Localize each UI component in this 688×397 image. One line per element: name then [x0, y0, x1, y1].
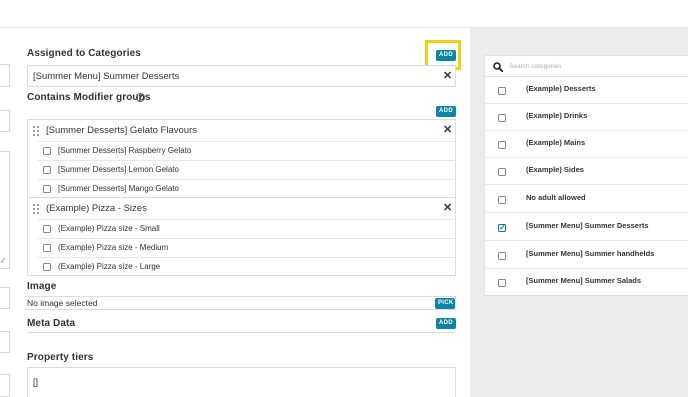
category-picker: (Example) Desserts (Example) Drinks (Exa…: [484, 55, 688, 296]
category-row[interactable]: No adult allowed: [485, 185, 688, 213]
modifier-group-1[interactable]: [Summer Desserts] Gelato Flavours ✕ [Sum…: [27, 119, 456, 198]
item-form: Assigned to Categories ADD [Summer Menu]…: [25, 28, 461, 397]
image-label: Image: [27, 281, 57, 292]
category-label: [Summer Menu] Summer Desserts: [526, 220, 649, 230]
modifier-checkbox[interactable]: [43, 147, 51, 155]
category-row[interactable]: (Example) Mains: [485, 130, 688, 158]
category-row[interactable]: (Example) Desserts: [485, 76, 688, 104]
left-field-stub-2[interactable]: [0, 110, 10, 132]
category-row[interactable]: [Summer Menu] Summer Salads: [485, 268, 688, 296]
modifier-row[interactable]: [Summer Desserts] Mango Gelato: [38, 179, 456, 198]
left-field-stub-1[interactable]: [0, 64, 10, 87]
category-label: (Example) Desserts: [526, 83, 596, 93]
modifier-label: (Example) Pizza size - Large: [58, 262, 161, 271]
category-search-bar: [485, 56, 688, 77]
image-field[interactable]: No image selected: [25, 296, 456, 310]
modifier-label: [Summer Desserts] Lemon Gelato: [58, 165, 179, 174]
image-value: No image selected: [27, 298, 98, 308]
left-field-stub-5[interactable]: [0, 374, 10, 397]
category-checkbox[interactable]: [498, 279, 506, 287]
category-checkbox[interactable]: [498, 141, 506, 149]
top-bar: [0, 0, 688, 28]
left-field-stub-4[interactable]: [0, 331, 10, 353]
drag-handle-icon[interactable]: [33, 204, 39, 214]
category-label: (Example) Drinks: [526, 110, 588, 120]
modifier-row[interactable]: (Example) Pizza size - Large: [38, 257, 456, 276]
category-row[interactable]: [Summer Menu] Summer Desserts: [485, 213, 688, 241]
category-row[interactable]: (Example) Sides: [485, 157, 688, 185]
left-field-stub-3[interactable]: [0, 287, 10, 309]
modifier-checkbox[interactable]: [43, 263, 51, 271]
drag-handle-icon[interactable]: [33, 126, 39, 136]
category-search-input[interactable]: [509, 59, 679, 74]
modifier-row[interactable]: (Example) Pizza size - Small: [38, 219, 456, 238]
pick-image-button[interactable]: PICK: [435, 298, 455, 309]
modifier-label: [Summer Desserts] Raspberry Gelato: [58, 146, 192, 155]
category-label: [Summer Menu] Summer handhelds: [526, 248, 655, 258]
meta-data-label: Meta Data: [27, 318, 76, 329]
category-checkbox[interactable]: [498, 168, 506, 176]
modifier-group-title: [Summer Desserts] Gelato Flavours: [46, 125, 197, 136]
category-checkbox[interactable]: [498, 114, 506, 122]
property-tiers-field[interactable]: []: [27, 367, 456, 397]
assigned-category-field[interactable]: [Summer Menu] Summer Desserts ✕: [27, 65, 456, 87]
search-icon: [493, 62, 503, 72]
modifier-checkbox[interactable]: [43, 185, 51, 193]
property-tiers-label: Property tiers: [27, 352, 94, 363]
assigned-categories-label: Assigned to Categories: [27, 48, 141, 59]
meta-data-divider: [27, 332, 456, 333]
modifier-label: (Example) Pizza size - Medium: [58, 243, 169, 252]
resize-handle-icon[interactable]: ∕∕: [2, 258, 4, 265]
assigned-category-value: [Summer Menu] Summer Desserts: [33, 71, 180, 82]
left-textarea-stub[interactable]: [0, 151, 10, 269]
category-checkbox-checked[interactable]: [498, 223, 506, 232]
add-category-button[interactable]: ADD: [436, 50, 456, 61]
modifier-label: (Example) Pizza size - Small: [58, 224, 160, 233]
category-label: [Summer Menu] Summer Salads: [526, 276, 642, 285]
remove-group-icon[interactable]: ✕: [443, 203, 452, 214]
category-label: (Example) Sides: [526, 164, 584, 174]
modifier-group-2[interactable]: (Example) Pizza - Sizes ✕ (Example) Pizz…: [27, 198, 456, 276]
remove-category-icon[interactable]: ✕: [443, 71, 452, 82]
category-checkbox[interactable]: [498, 252, 506, 260]
category-label: (Example) Mains: [526, 137, 586, 147]
modifier-row[interactable]: [Summer Desserts] Lemon Gelato: [38, 160, 456, 179]
remove-group-icon[interactable]: ✕: [443, 125, 452, 136]
modifier-checkbox[interactable]: [43, 244, 51, 252]
add-meta-data-button[interactable]: ADD: [436, 318, 456, 329]
modifier-row[interactable]: [Summer Desserts] Raspberry Gelato: [38, 141, 456, 160]
modifier-groups-label: Contains Modifier groups: [27, 92, 151, 103]
category-checkbox[interactable]: [498, 87, 506, 95]
modifier-label: [Summer Desserts] Mango Gelato: [58, 184, 179, 193]
help-icon[interactable]: ?: [136, 93, 145, 102]
add-modifier-group-button[interactable]: ADD: [436, 106, 456, 117]
modifier-checkbox[interactable]: [43, 225, 51, 233]
category-row[interactable]: [Summer Menu] Summer handhelds: [485, 241, 688, 269]
modifier-row[interactable]: (Example) Pizza size - Medium: [38, 238, 456, 257]
category-label: No adult allowed: [526, 192, 586, 202]
category-checkbox[interactable]: [498, 196, 506, 204]
category-row[interactable]: (Example) Drinks: [485, 103, 688, 131]
modifier-checkbox[interactable]: [43, 166, 51, 174]
property-tiers-value: []: [33, 377, 39, 387]
modifier-group-title: (Example) Pizza - Sizes: [46, 203, 147, 214]
